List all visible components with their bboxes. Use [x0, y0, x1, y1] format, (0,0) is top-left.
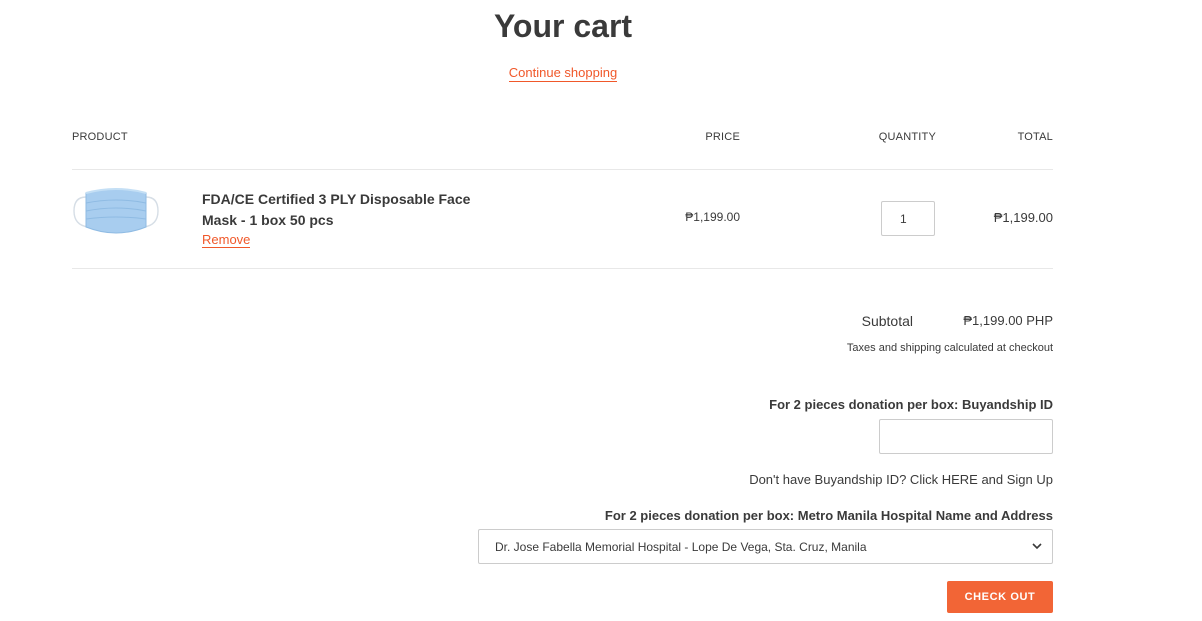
remove-link[interactable]: Remove: [202, 232, 251, 248]
hospital-selected-value: Dr. Jose Fabella Memorial Hospital - Lop…: [495, 540, 867, 554]
page-title: Your cart: [493, 8, 633, 44]
buyandship-id-input[interactable]: [879, 419, 1053, 454]
continue-shopping-container: Continue shopping: [0, 64, 1126, 82]
header-total: TOTAL: [1017, 131, 1053, 143]
item-price: ₱1,199.00: [685, 210, 740, 224]
chevron-down-icon: [1032, 543, 1042, 550]
header-product: PRODUCT: [72, 131, 128, 143]
checkout-button[interactable]: CHECK OUT: [947, 581, 1053, 613]
header-quantity: QUANTITY: [878, 131, 936, 143]
table-divider-top: [72, 169, 1053, 170]
table-divider-bottom: [72, 268, 1053, 269]
signup-link[interactable]: Don't have Buyandship ID? Click HERE and…: [600, 472, 1053, 487]
continue-shopping-link[interactable]: Continue shopping: [508, 65, 618, 82]
quantity-input[interactable]: [881, 201, 935, 236]
tax-note: Taxes and shipping calculated at checkou…: [846, 342, 1053, 354]
subtotal-label: Subtotal: [861, 313, 913, 329]
face-mask-image[interactable]: [72, 183, 160, 241]
header-price: PRICE: [705, 131, 740, 143]
subtotal-value: ₱1,199.00 PHP: [963, 313, 1053, 328]
hospital-select[interactable]: Dr. Jose Fabella Memorial Hospital - Lop…: [478, 529, 1053, 564]
product-name[interactable]: FDA/CE Certified 3 PLY Disposable Face M…: [202, 189, 502, 231]
hospital-label: For 2 pieces donation per box: Metro Man…: [604, 508, 1053, 523]
item-total: ₱1,199.00: [993, 210, 1053, 225]
buyandship-id-label: For 2 pieces donation per box: Buyandshi…: [769, 397, 1053, 412]
